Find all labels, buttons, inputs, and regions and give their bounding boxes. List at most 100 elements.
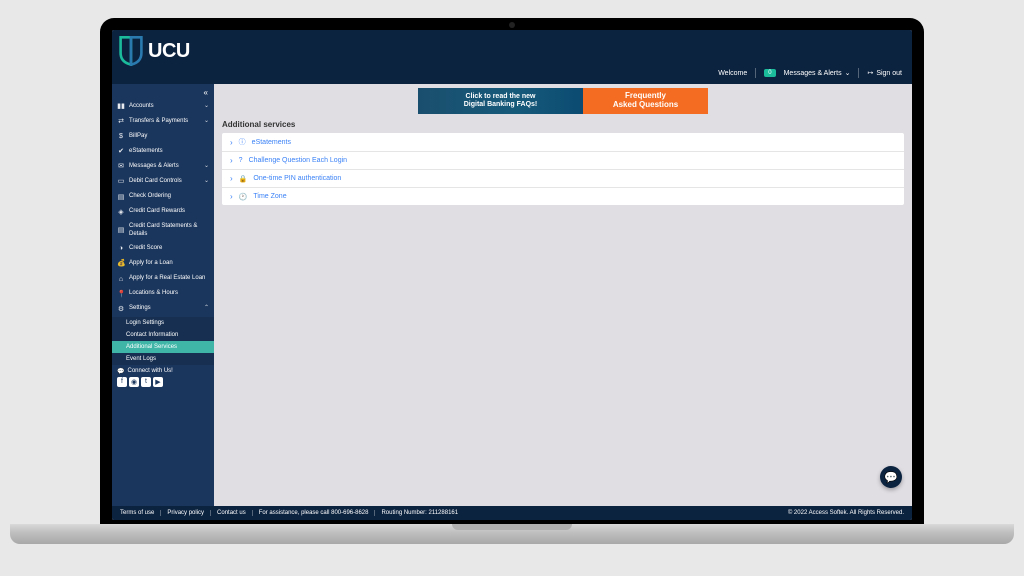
- sidebar-item-label: Apply for a Real Estate Loan: [129, 275, 209, 283]
- sidebar-item-debit-card-controls[interactable]: ▭Debit Card Controls⌄: [112, 174, 214, 189]
- chevron-right-icon: ›: [230, 192, 233, 201]
- footer-link[interactable]: Terms of use: [120, 510, 161, 516]
- sidebar-item-label: Accounts: [129, 103, 200, 111]
- sidebar: « ▮▮Accounts⌄ ⇄ Transfers & Payments ⌄ $Bill…: [112, 84, 214, 506]
- footer-link[interactable]: Routing Number: 211288161: [381, 510, 458, 516]
- footer-copyright: © 2022 Access Softek. All Rights Reserve…: [788, 510, 904, 516]
- sidebar-sub-event-logs[interactable]: Event Logs: [112, 353, 214, 365]
- sidebar-item-apply-for-a-loan[interactable]: 💰 Apply for a Loan: [112, 256, 214, 271]
- banner-line2: Digital Banking FAQs!: [464, 101, 538, 109]
- pin-icon: 📍: [117, 290, 125, 299]
- laptop-notch: [452, 524, 572, 530]
- divider: [755, 68, 756, 78]
- camera-dot: [509, 22, 515, 28]
- sidebar-item-label: Credit Card Statements & Details: [129, 223, 209, 239]
- sidebar-item-settings[interactable]: ⚙Settings⌃: [112, 302, 214, 317]
- chat-icon: 💬: [117, 368, 124, 375]
- service-row-time-zone[interactable]: › 🕐 Time Zone: [222, 188, 904, 205]
- sidebar-item-credit-score[interactable]: ◑Credit Score: [112, 241, 214, 256]
- sidebar-item-messages-alerts[interactable]: ✉ Messages & Alerts ⌄: [112, 159, 214, 174]
- faq-banner[interactable]: Click to read the new Digital Banking FA…: [418, 88, 708, 114]
- sidebar-item-label: Credit Score: [129, 245, 209, 253]
- check-icon: ✔: [117, 147, 125, 156]
- alerts-badge[interactable]: 0: [764, 69, 775, 77]
- messages-label: Messages & Alerts: [784, 70, 842, 77]
- sidebar-item-billpay[interactable]: $BillPay: [112, 129, 214, 144]
- sidebar-item-label: BillPay: [129, 133, 209, 141]
- brand-logo[interactable]: UCU: [118, 36, 190, 66]
- chevron-down-icon: ⌄: [204, 163, 209, 171]
- tag-icon: ◈: [117, 208, 125, 217]
- banner-left: Click to read the new Digital Banking FA…: [418, 88, 583, 114]
- connect-label: Connect with Us!: [127, 368, 172, 374]
- twitter-icon[interactable]: t: [141, 377, 151, 387]
- service-row-one-time-pin-authentication[interactable]: ›🔒One-time PIN authentication: [222, 170, 904, 188]
- clock-icon: 🕐: [239, 193, 248, 201]
- sidebar-item-label: Transfers & Payments: [129, 118, 200, 126]
- sidebar-sub-login-settings[interactable]: Login Settings: [112, 317, 214, 329]
- welcome-text: Welcome: [718, 70, 747, 77]
- footer-links: Terms of use Privacy policy Contact us For …: [120, 510, 458, 516]
- chevron-down-icon: ⌄: [204, 178, 209, 186]
- sidebar-sub-additional-services[interactable]: Additional Services: [112, 341, 214, 353]
- service-row-label: Time Zone: [253, 193, 286, 200]
- banner-right: Frequently Asked Questions: [583, 88, 708, 114]
- sidebar-item-credit-card-rewards[interactable]: ◈ Credit Card Rewards: [112, 205, 214, 220]
- money-icon: 💰: [117, 259, 125, 268]
- signout-label: Sign out: [876, 70, 902, 77]
- mail-icon: ✉: [117, 162, 125, 171]
- shield-icon: [118, 36, 144, 66]
- sidebar-item-label: Check Ordering: [129, 193, 209, 201]
- service-row-label: Challenge Question Each Login: [249, 157, 347, 164]
- section-title: Additional services: [214, 120, 912, 133]
- info-icon: ⓘ: [239, 137, 246, 147]
- chevron-down-icon: ⌄: [204, 118, 209, 126]
- signout-icon: ↦: [867, 69, 873, 77]
- sidebar-item-credit-card-statements-details[interactable]: ▤Credit Card Statements & Details: [112, 220, 214, 242]
- chevron-right-icon: ›: [230, 138, 233, 147]
- home-icon: ⌂: [117, 275, 125, 284]
- sidebar-item-label: Credit Card Rewards: [129, 208, 209, 216]
- collapse-sidebar-button[interactable]: «: [112, 84, 214, 99]
- messages-alerts-link[interactable]: Messages & Alerts ⌄: [784, 69, 851, 77]
- sign-out-link[interactable]: ↦ Sign out: [867, 69, 902, 77]
- sidebar-item-label: Apply for a Loan: [129, 260, 209, 268]
- youtube-icon[interactable]: ▶: [153, 377, 163, 387]
- footer-link[interactable]: Contact us: [217, 510, 253, 516]
- sidebar-item-locations-hours[interactable]: 📍 Locations & Hours: [112, 287, 214, 302]
- chat-bubble-icon: 💬: [884, 471, 898, 484]
- sidebar-item-label: Settings: [129, 305, 200, 313]
- divider: [858, 68, 859, 78]
- instagram-icon[interactable]: ◉: [129, 377, 139, 387]
- footer-link[interactable]: For assistance, please call 800-696-8628: [259, 510, 376, 516]
- sidebar-item-label: Messages & Alerts: [129, 163, 200, 171]
- app-body: « ▮▮Accounts⌄ ⇄ Transfers & Payments ⌄ $Bill…: [112, 84, 912, 506]
- service-row-label: eStatements: [252, 139, 291, 146]
- sidebar-item-label: Locations & Hours: [129, 290, 209, 298]
- laptop-frame: UCU Welcome 0 Messages & Alerts ⌄ ↦ Sign…: [100, 18, 924, 528]
- laptop-base: [10, 524, 1014, 544]
- sidebar-item-apply-for-a-real-estate-loan[interactable]: ⌂ Apply for a Real Estate Loan: [112, 272, 214, 287]
- question-icon: ?: [239, 157, 243, 164]
- sidebar-item-estatements[interactable]: ✔ eStatements: [112, 144, 214, 159]
- app-screen: UCU Welcome 0 Messages & Alerts ⌄ ↦ Sign…: [112, 30, 912, 520]
- sidebar-sub-contact-information[interactable]: Contact Information: [112, 329, 214, 341]
- sidebar-item-label: eStatements: [129, 148, 209, 156]
- service-row-estatements[interactable]: › ⓘ eStatements: [222, 133, 904, 152]
- transfers-icon: ⇄: [117, 117, 125, 126]
- facebook-icon[interactable]: f: [117, 377, 127, 387]
- footer-link[interactable]: Privacy policy: [167, 510, 211, 516]
- chat-fab[interactable]: 💬: [880, 466, 902, 488]
- chevron-up-icon: ⌃: [204, 305, 209, 313]
- banner-line1: Click to read the new: [465, 93, 535, 101]
- services-panel: › ⓘ eStatements ›? Challenge Question Each L…: [222, 133, 904, 205]
- top-bar-right: Welcome 0 Messages & Alerts ⌄ ↦ Sign out: [718, 68, 902, 78]
- top-bar: UCU Welcome 0 Messages & Alerts ⌄ ↦ Sign…: [112, 30, 912, 84]
- service-row-challenge-question-each-login[interactable]: ›?Challenge Question Each Login: [222, 152, 904, 170]
- sidebar-item-accounts[interactable]: ▮▮Accounts⌄: [112, 99, 214, 114]
- chevron-right-icon: ›: [230, 174, 233, 183]
- sidebar-item-label: Debit Card Controls: [129, 178, 200, 186]
- sidebar-item-check-ordering[interactable]: ▤Check Ordering: [112, 190, 214, 205]
- chevron-down-icon: ⌄: [845, 69, 851, 77]
- sidebar-item-transfers-payments[interactable]: ⇄ Transfers & Payments ⌄: [112, 114, 214, 129]
